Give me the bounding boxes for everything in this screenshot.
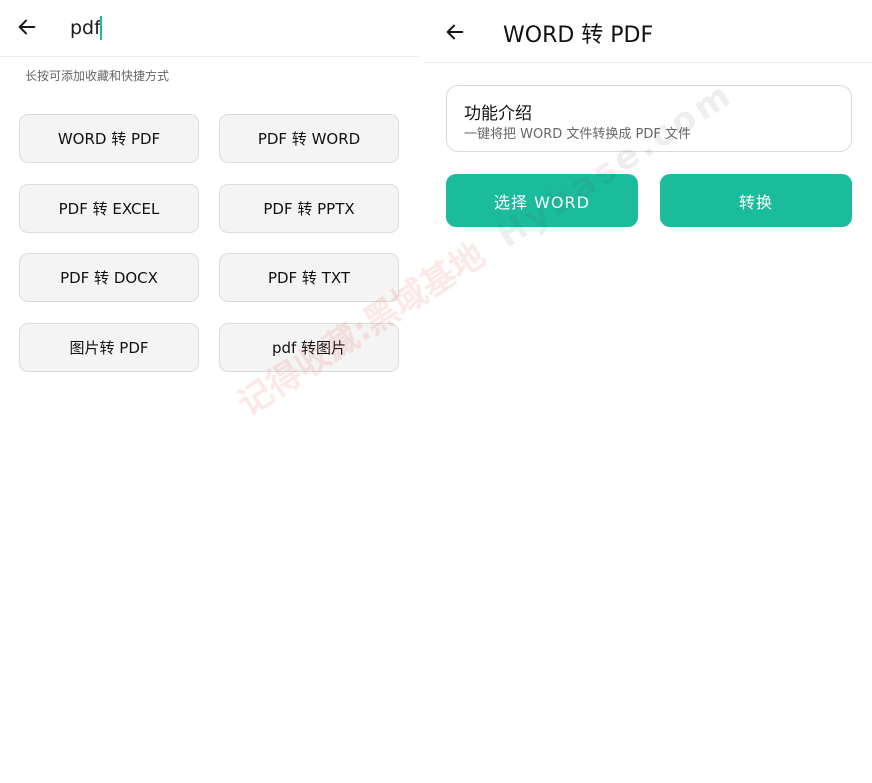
back-button[interactable] [440,17,470,47]
tool-button[interactable]: pdf 转图片 [219,323,399,372]
tool-button[interactable]: PDF 转 WORD [219,114,399,163]
tool-button[interactable]: PDF 转 DOCX [19,253,199,302]
converter-panel: WORD 转 PDF 功能介绍 一键将把 WORD 文件转换成 PDF 文件 选… [424,0,872,783]
search-panel: 长按可添加收藏和快捷方式 WORD 转 PDF PDF 转 WORD PDF 转… [0,0,420,783]
app-root: 长按可添加收藏和快捷方式 WORD 转 PDF PDF 转 WORD PDF 转… [0,0,872,783]
tool-button[interactable]: PDF 转 EXCEL [19,184,199,233]
convert-button[interactable]: 转换 [660,174,852,227]
converter-header: WORD 转 PDF [424,0,872,63]
back-button[interactable] [12,12,42,42]
tool-button[interactable]: PDF 转 PPTX [219,184,399,233]
search-hint: 长按可添加收藏和快捷方式 [25,69,170,83]
tool-button[interactable]: WORD 转 PDF [19,114,199,163]
tool-button[interactable]: 图片转 PDF [19,323,199,372]
page-title: WORD 转 PDF [503,23,654,48]
arrow-left-icon [446,24,464,40]
intro-title: 功能介绍 [464,104,532,124]
tool-button[interactable]: PDF 转 TXT [219,253,399,302]
search-input[interactable] [70,12,390,44]
select-word-button[interactable]: 选择 WORD [446,174,638,227]
feature-intro-card: 功能介绍 一键将把 WORD 文件转换成 PDF 文件 [446,85,852,152]
search-header [0,0,420,57]
text-cursor [100,16,102,40]
arrow-left-icon [18,19,36,35]
intro-description: 一键将把 WORD 文件转换成 PDF 文件 [464,127,691,142]
